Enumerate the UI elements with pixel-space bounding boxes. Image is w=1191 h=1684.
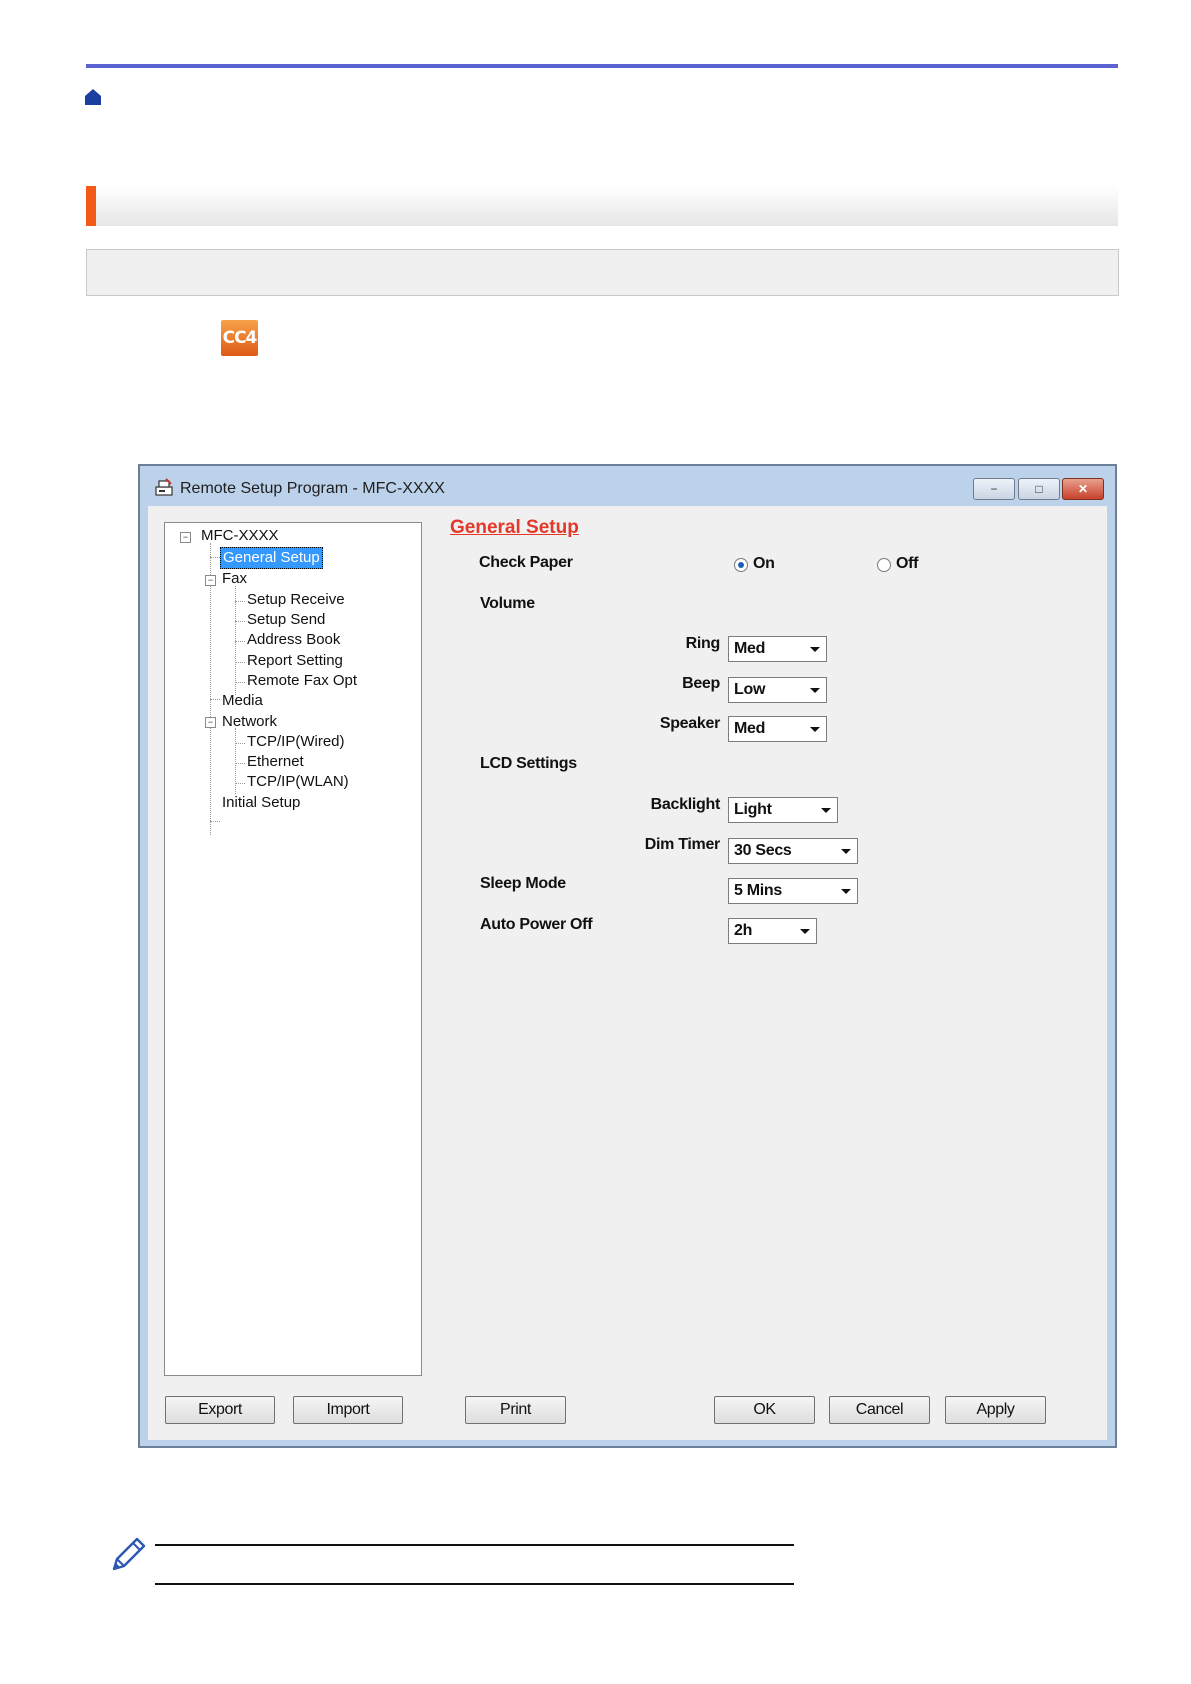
apply-button[interactable]: Apply [945,1396,1046,1424]
close-button[interactable]: ✕ [1062,478,1104,500]
tree-item-network[interactable]: Network [222,712,277,732]
panel-title: General Setup [450,517,579,538]
tree-connector [235,601,245,602]
collapse-icon[interactable]: − [180,532,191,543]
chevron-down-icon [841,849,851,854]
remote-setup-window: Remote Setup Program - MFC-XXXX − □ ✕ − … [138,464,1117,1448]
sleep-mode-select[interactable]: 5 Mins [728,878,858,904]
tree-connector [210,543,211,835]
tree-connector [235,641,245,642]
settings-tree[interactable]: − MFC-XXXX General Setup − Fax Setup Rec… [164,522,422,1376]
check-paper-off-radio[interactable] [877,558,891,572]
collapse-icon[interactable]: − [205,575,216,586]
dim-timer-select[interactable]: 30 Secs [728,838,858,864]
volume-label: Volume [480,595,535,612]
import-button[interactable]: Import [293,1396,403,1424]
chevron-down-icon [800,929,810,934]
ring-select[interactable]: Med [728,636,827,662]
check-paper-off-label[interactable]: Off [896,555,919,573]
section-accent [86,186,96,226]
tree-item-address-book[interactable]: Address Book [247,630,340,650]
tree-connector [235,662,245,663]
info-box [86,249,1119,296]
tree-item-root[interactable]: MFC-XXXX [201,526,279,546]
collapse-icon[interactable]: − [205,717,216,728]
export-button[interactable]: Export [165,1396,275,1424]
tree-item-report-setting[interactable]: Report Setting [247,651,343,671]
tree-item-ethernet[interactable]: Ethernet [247,752,304,772]
tree-connector [235,682,245,683]
tree-connector [235,728,236,794]
backlight-select[interactable]: Light [728,797,838,823]
dim-timer-value: 30 Secs [734,842,792,859]
ok-button[interactable]: OK [714,1396,815,1424]
chevron-down-icon [810,647,820,652]
auto-power-off-value: 2h [734,922,753,939]
sleep-mode-label: Sleep Mode [480,875,566,892]
tree-item-tcpip-wired[interactable]: TCP/IP(Wired) [247,732,345,752]
cancel-button[interactable]: Cancel [829,1396,930,1424]
backlight-value: Light [734,801,772,818]
check-paper-on-label[interactable]: On [753,555,775,573]
tree-connector [210,699,220,700]
tree-connector [235,621,245,622]
tree-connector [210,821,220,822]
tree-connector [235,783,245,784]
auto-power-off-select[interactable]: 2h [728,918,817,944]
remote-setup-app-icon: CC4 [221,320,258,356]
minimize-button[interactable]: − [973,478,1015,500]
window-title: Remote Setup Program - MFC-XXXX [180,480,445,497]
tree-item-setup-receive[interactable]: Setup Receive [247,590,345,610]
speaker-value: Med [734,720,766,737]
tree-item-initial-setup[interactable]: Initial Setup [222,793,300,813]
beep-select[interactable]: Low [728,677,827,703]
tree-connector [235,743,245,744]
chevron-down-icon [810,688,820,693]
tree-item-remote-fax-opt[interactable]: Remote Fax Opt [247,671,357,691]
tree-item-setup-send[interactable]: Setup Send [247,610,325,630]
section-heading-bar [86,186,1118,226]
tree-item-tcpip-wlan[interactable]: TCP/IP(WLAN) [247,772,349,792]
beep-label: Beep [682,675,720,692]
note-rule-top [155,1544,794,1546]
ring-value: Med [734,640,766,657]
check-paper-on-radio[interactable] [734,558,748,572]
home-icon[interactable] [84,88,102,106]
window-client-area: − MFC-XXXX General Setup − Fax Setup Rec… [148,506,1107,1440]
top-rule [86,64,1118,68]
lcd-settings-label: LCD Settings [480,755,577,772]
tree-item-media[interactable]: Media [222,691,263,711]
pencil-icon [112,1537,146,1571]
speaker-label: Speaker [659,715,720,732]
chevron-down-icon [810,727,820,732]
chevron-down-icon [821,808,831,813]
print-button[interactable]: Print [465,1396,566,1424]
chevron-down-icon [841,889,851,894]
printer-settings-icon [155,478,173,496]
maximize-button[interactable]: □ [1018,478,1060,500]
tree-connector [210,557,220,558]
ring-label: Ring [685,635,721,652]
backlight-label: Backlight [650,796,721,813]
dim-timer-label: Dim Timer [644,836,721,853]
sleep-mode-value: 5 Mins [734,882,782,899]
check-paper-label: Check Paper [479,554,573,571]
note-rule-bottom [155,1583,794,1585]
tree-connector [235,763,245,764]
window-title-bar[interactable]: Remote Setup Program - MFC-XXXX − □ ✕ [140,466,1115,506]
beep-value: Low [734,681,766,698]
speaker-select[interactable]: Med [728,716,827,742]
tree-item-fax[interactable]: Fax [222,569,247,589]
tree-item-general-setup[interactable]: General Setup [220,547,323,569]
auto-power-off-label: Auto Power Off [480,916,593,933]
